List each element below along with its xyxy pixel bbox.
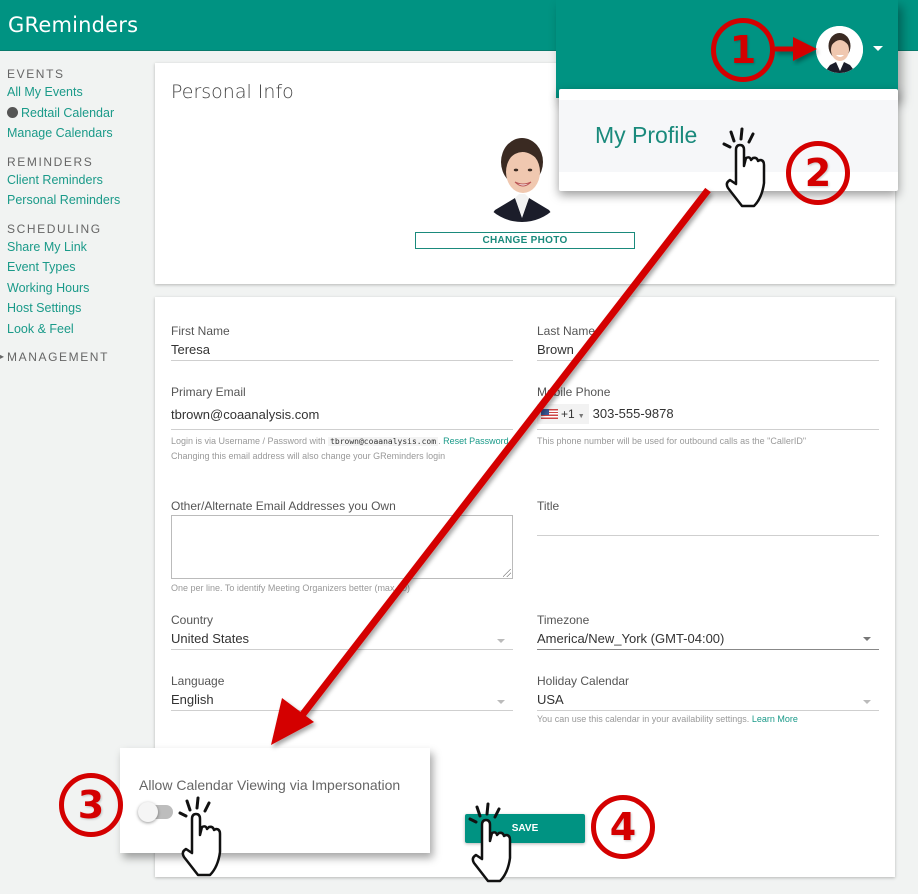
sidebar-item-host-settings[interactable]: Host Settings xyxy=(7,298,150,319)
impersonation-label: Allow Calendar Viewing via Impersonation xyxy=(139,777,401,793)
sidebar-item-working-hours[interactable]: Working Hours xyxy=(7,278,150,299)
sidebar-item-look-and-feel[interactable]: Look & Feel xyxy=(7,319,150,340)
sidebar-item-client-reminders[interactable]: Client Reminders xyxy=(7,170,150,191)
timezone-select[interactable]: America/New_York (GMT-04:00) xyxy=(537,628,879,650)
caret-right-icon: ▸ xyxy=(0,352,6,361)
holiday-calendar-label: Holiday Calendar xyxy=(537,674,630,688)
chevron-down-icon xyxy=(497,700,505,704)
sidebar-item-redtail-calendar[interactable]: Redtail Calendar xyxy=(7,103,150,124)
mobile-phone-hint: This phone number will be used for outbo… xyxy=(537,436,807,446)
sidebar-heading-scheduling: SCHEDULING xyxy=(7,221,102,236)
last-name-input[interactable]: Brown xyxy=(537,339,879,361)
title-label: Title xyxy=(537,499,560,513)
country-code-select[interactable]: +1 ▼ xyxy=(537,404,589,424)
holiday-calendar-hint: You can use this calendar in your availa… xyxy=(537,714,798,724)
first-name-field: First Name Teresa xyxy=(171,324,513,361)
impersonation-setting: Allow Calendar Viewing via Impersonation xyxy=(120,748,430,853)
sidebar-heading-management[interactable]: ▸ MANAGEMENT xyxy=(0,349,150,365)
country-field: Country United States xyxy=(171,613,513,650)
primary-email-hint: Login is via Username / Password with tb… xyxy=(171,436,512,461)
first-name-input[interactable]: Teresa xyxy=(171,339,513,361)
user-avatar[interactable] xyxy=(816,26,863,73)
calendar-color-dot-icon xyxy=(7,106,18,118)
step-badge-3: 3 xyxy=(59,773,123,837)
mobile-phone-input[interactable]: +1 ▼ 303-555-9878 xyxy=(537,400,879,430)
holiday-calendar-field: Holiday Calendar USA You can use this ca… xyxy=(537,674,879,727)
app-logo[interactable]: GReminders xyxy=(8,13,138,37)
toggle-knob xyxy=(138,802,158,822)
profile-photo xyxy=(485,130,559,222)
title-input[interactable] xyxy=(537,514,879,536)
language-label: Language xyxy=(171,674,225,688)
country-label: Country xyxy=(171,613,214,627)
sidebar: EVENTS All My Events Redtail Calendar Ma… xyxy=(0,60,150,365)
chevron-down-icon: ▼ xyxy=(577,413,585,420)
sidebar-item-label: Redtail Calendar xyxy=(21,105,115,120)
sidebar-item-manage-calendars[interactable]: Manage Calendars xyxy=(7,123,150,144)
sidebar-item-event-types[interactable]: Event Types xyxy=(7,257,150,278)
card-title: Personal Info xyxy=(171,81,294,103)
title-field: Title xyxy=(537,499,879,536)
chevron-down-icon xyxy=(863,700,871,704)
sidebar-heading-reminders: REMINDERS xyxy=(7,154,94,169)
menu-item-label: My Profile xyxy=(595,122,698,148)
primary-email-input[interactable]: tbrown@coaanalysis.com xyxy=(171,400,513,430)
alternate-emails-hint: One per line. To identify Meeting Organi… xyxy=(171,583,410,593)
save-button[interactable]: SAVE xyxy=(465,814,585,843)
language-select[interactable]: English xyxy=(171,689,513,711)
last-name-label: Last Name xyxy=(537,324,596,338)
last-name-field: Last Name Brown xyxy=(537,324,879,361)
step-badge-4: 4 xyxy=(591,795,655,859)
mobile-phone-label: Mobile Phone xyxy=(537,385,611,399)
alternate-emails-field: Other/Alternate Email Addresses you Own … xyxy=(171,499,513,596)
alternate-emails-textarea[interactable] xyxy=(171,515,513,579)
step-badge-2: 2 xyxy=(786,141,850,205)
first-name-label: First Name xyxy=(171,324,230,338)
login-email-code: tbrown@coaanalysis.com xyxy=(328,437,439,446)
timezone-field: Timezone America/New_York (GMT-04:00) xyxy=(537,613,879,650)
change-photo-button[interactable]: CHANGE PHOTO xyxy=(415,232,635,249)
resize-handle-icon[interactable] xyxy=(503,569,511,577)
sidebar-item-share-my-link[interactable]: Share My Link xyxy=(7,237,150,258)
sidebar-item-personal-reminders[interactable]: Personal Reminders xyxy=(7,190,150,211)
reset-password-link[interactable]: Reset Password xyxy=(443,436,509,446)
learn-more-link[interactable]: Learn More xyxy=(752,714,798,724)
holiday-calendar-select[interactable]: USA xyxy=(537,689,879,711)
primary-email-label: Primary Email xyxy=(171,385,246,399)
alternate-emails-label: Other/Alternate Email Addresses you Own xyxy=(171,499,396,513)
us-flag-icon xyxy=(541,409,558,419)
impersonation-toggle[interactable] xyxy=(138,802,173,822)
chevron-down-icon[interactable] xyxy=(873,46,883,51)
sidebar-heading-events: EVENTS xyxy=(7,67,65,81)
phone-number-value: 303-555-9878 xyxy=(592,406,674,421)
primary-email-field: Primary Email tbrown@coaanalysis.com Log… xyxy=(171,385,513,464)
step-badge-1: 1 xyxy=(711,18,775,82)
chevron-down-icon xyxy=(863,637,871,641)
mobile-phone-field: Mobile Phone +1 ▼ 303-555-9878 This phone … xyxy=(537,385,879,449)
chevron-down-icon xyxy=(497,639,505,643)
language-field: Language English xyxy=(171,674,513,711)
sidebar-item-all-my-events[interactable]: All My Events xyxy=(7,82,150,103)
timezone-label: Timezone xyxy=(537,613,590,627)
country-select[interactable]: United States xyxy=(171,628,513,650)
